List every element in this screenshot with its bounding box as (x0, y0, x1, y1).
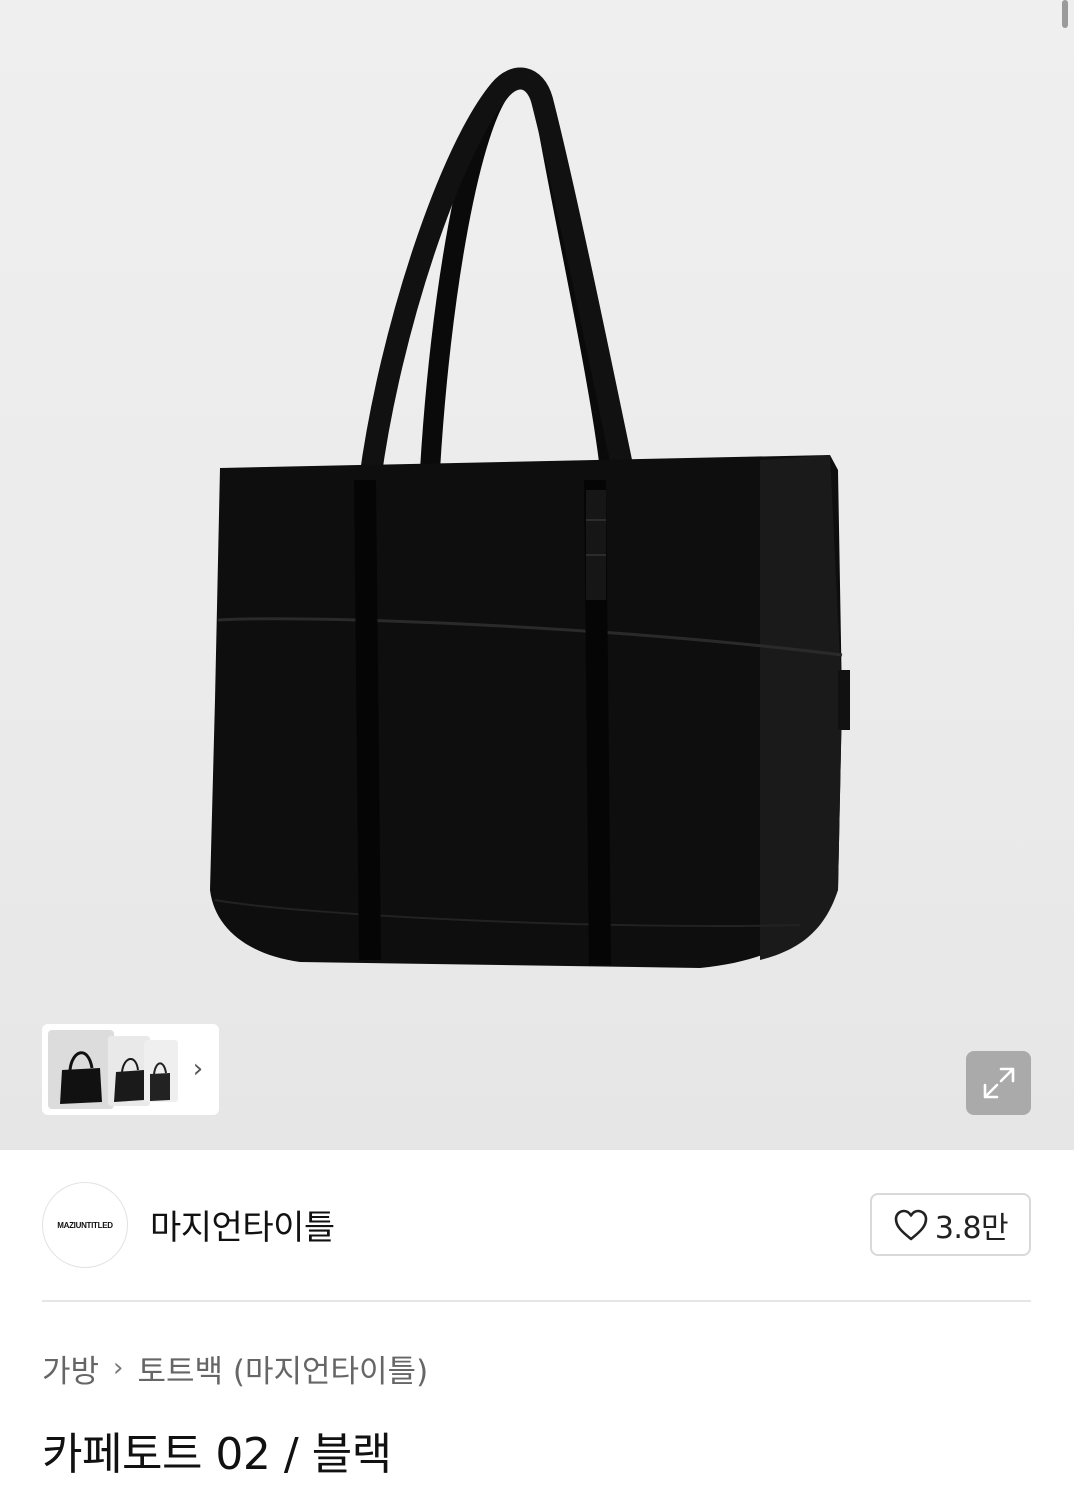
brand-name[interactable]: 마지언타이틀 (150, 1200, 335, 1249)
expand-button[interactable] (966, 1051, 1031, 1115)
brand-logo-text: MAZIUNTITLED (57, 1220, 113, 1230)
thumbnail-images[interactable] (48, 1030, 178, 1109)
expand-icon (983, 1067, 1014, 1099)
breadcrumb-subcategory[interactable]: 토트백 (마지언타이틀) (137, 1346, 428, 1391)
divider (42, 1300, 1031, 1302)
chevron-right-icon: › (113, 1353, 124, 1383)
scrollbar[interactable] (1062, 0, 1068, 28)
thumbnail-strip[interactable]: › (42, 1024, 219, 1115)
product-image-gallery[interactable]: › (0, 0, 1074, 1150)
heart-icon (894, 1209, 928, 1240)
breadcrumb: 가방 › 토트백 (마지언타이틀) (42, 1346, 428, 1390)
brand-logo[interactable]: MAZIUNTITLED (42, 1182, 128, 1268)
breadcrumb-category[interactable]: 가방 (42, 1346, 99, 1391)
chevron-right-icon[interactable]: › (187, 1056, 209, 1082)
brand-row: MAZIUNTITLED 마지언타이틀 3.8만 (42, 1182, 1031, 1268)
product-page: › MAZIUNTITLED 마지언타이틀 3.8만 가방 › 토트백 (마지언… (0, 0, 1074, 1500)
product-title: 카페토트 02 / 블랙 (42, 1429, 392, 1480)
like-count: 3.8만 (934, 1210, 1009, 1246)
product-image (210, 67, 850, 968)
like-button[interactable]: 3.8만 (870, 1193, 1031, 1256)
